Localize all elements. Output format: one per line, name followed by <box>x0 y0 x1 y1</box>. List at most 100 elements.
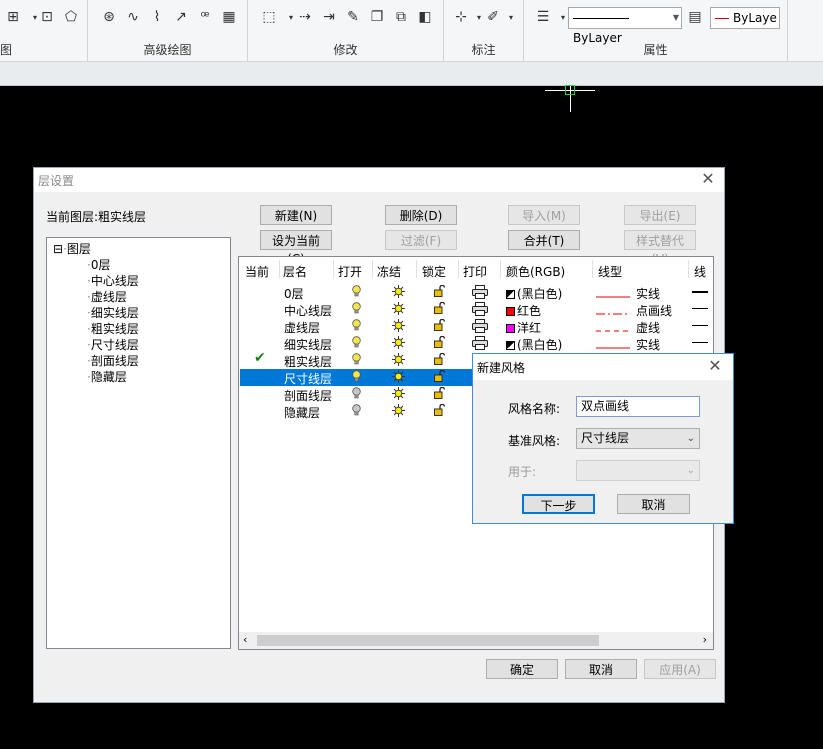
bulb-icon[interactable] <box>352 387 361 402</box>
current-indicator[interactable]: ✔ <box>254 350 266 366</box>
extend-icon[interactable]: ⇥ <box>318 6 340 28</box>
tree-item[interactable]: ·尺寸线层 <box>87 336 139 353</box>
column-header[interactable]: 线 <box>694 263 706 280</box>
table-icon[interactable]: ▦ <box>218 6 240 28</box>
wave-line-icon[interactable]: ∿ <box>122 6 144 28</box>
lock-icon[interactable] <box>434 319 446 334</box>
lock-icon[interactable] <box>434 336 446 351</box>
bulb-icon[interactable] <box>352 336 361 351</box>
bulb-icon[interactable] <box>352 302 361 317</box>
tree-item[interactable]: ·剖面线层 <box>87 352 139 369</box>
base-style-select[interactable]: 尺寸线层 ⌄ <box>576 428 700 449</box>
lock-icon[interactable] <box>434 285 446 300</box>
scroll-right-icon[interactable]: › <box>703 633 707 646</box>
color-cell[interactable]: 洋红 <box>506 319 541 336</box>
column-header[interactable]: 冻结 <box>377 263 401 280</box>
column-header[interactable]: 打印 <box>463 263 487 280</box>
linetype-cell[interactable]: 实线 <box>636 285 660 302</box>
lock-icon[interactable] <box>434 302 446 317</box>
column-divider[interactable] <box>688 260 689 278</box>
new-style-cancel-button[interactable]: 取消 <box>617 494 690 514</box>
layer-name-cell[interactable]: 剖面线层 <box>284 387 332 404</box>
layer-name-cell[interactable]: 细实线层 <box>284 336 332 353</box>
tree-item[interactable]: ·细实线层 <box>87 304 139 321</box>
tree-item[interactable]: ·隐藏层 <box>87 368 127 385</box>
freeze-sun-icon[interactable] <box>392 404 405 420</box>
export-button[interactable]: 导出(E) <box>624 205 696 225</box>
scrollbar-thumb[interactable] <box>257 635 599 646</box>
import-button[interactable]: 导入(M) <box>508 205 580 225</box>
bulb-icon[interactable] <box>352 353 361 368</box>
bulb-icon[interactable] <box>352 319 361 334</box>
column-divider[interactable] <box>416 260 417 278</box>
select-box-icon[interactable]: ⬚ <box>258 6 280 28</box>
color-dropdown[interactable]: ByLaye <box>710 7 780 29</box>
break-line-icon[interactable]: ⌇ <box>146 6 168 28</box>
printer-icon[interactable] <box>472 285 488 302</box>
linetype-cell[interactable]: 实线 <box>636 336 660 353</box>
chevron-down-icon[interactable]: ▾ <box>500 6 522 28</box>
freeze-sun-icon[interactable] <box>392 336 405 352</box>
cancel-button[interactable]: 取消 <box>565 659 637 679</box>
array-icon[interactable]: ⧉ <box>390 6 412 28</box>
color-layer-icon[interactable]: ▤ <box>684 6 706 28</box>
layer-name-cell[interactable]: 粗实线层 <box>284 353 332 370</box>
freeze-sun-icon[interactable] <box>392 370 405 386</box>
spline-icon[interactable]: ꟹ <box>194 6 216 28</box>
copy-icon[interactable]: ❐ <box>366 6 388 28</box>
bulb-icon[interactable] <box>352 404 361 419</box>
column-divider[interactable] <box>333 260 334 278</box>
column-divider[interactable] <box>458 260 459 278</box>
next-step-button[interactable]: 下一步 <box>522 494 595 514</box>
hatch-icon[interactable]: ⊞ <box>2 6 24 28</box>
bulb-icon[interactable] <box>352 285 361 300</box>
layer-name-cell[interactable]: 0层 <box>284 285 304 302</box>
layer-name-cell[interactable]: 中心线层 <box>284 302 332 319</box>
style-override-button[interactable]: 样式替代(V) <box>624 230 696 266</box>
trim-icon[interactable]: ⇢ <box>294 6 316 28</box>
column-header[interactable]: 线型 <box>598 263 622 280</box>
bulb-icon[interactable] <box>352 370 361 385</box>
printer-icon[interactable] <box>472 302 488 319</box>
arrow-icon[interactable]: ↗ <box>170 6 192 28</box>
table-row[interactable]: 细实线层 (黑白色) 实线 <box>240 335 713 353</box>
linetype-cell[interactable]: 虚线 <box>636 319 660 336</box>
tree-item[interactable]: ·中心线层 <box>87 272 139 289</box>
style-name-input[interactable]: 双点画线 <box>576 396 700 417</box>
tree-item[interactable]: ·虚线层 <box>87 288 127 305</box>
apply-button[interactable]: 应用(A) <box>644 659 716 679</box>
linetype-cell[interactable]: 点画线 <box>636 302 672 319</box>
freeze-sun-icon[interactable] <box>392 302 405 318</box>
printer-icon[interactable] <box>472 319 488 336</box>
column-divider[interactable] <box>592 260 593 278</box>
lock-icon[interactable] <box>434 404 446 419</box>
column-divider[interactable] <box>279 260 280 278</box>
edit-icon[interactable]: ✎ <box>342 6 364 28</box>
mirror-icon[interactable]: ◧ <box>414 6 436 28</box>
boundary-icon[interactable]: ⬠ <box>60 6 82 28</box>
color-cell[interactable]: (黑白色) <box>506 285 562 302</box>
scroll-left-icon[interactable]: ‹ <box>243 633 247 646</box>
column-divider[interactable] <box>372 260 373 278</box>
lock-icon[interactable] <box>434 353 446 368</box>
freeze-sun-icon[interactable] <box>392 319 405 335</box>
horizontal-scrollbar[interactable]: ‹ › <box>239 632 713 649</box>
printer-icon[interactable] <box>472 336 488 353</box>
column-header[interactable]: 打开 <box>338 263 362 280</box>
layer-name-cell[interactable]: 尺寸线层 <box>284 370 332 387</box>
freeze-sun-icon[interactable] <box>392 353 405 369</box>
table-row[interactable]: 0层 (黑白色) 实线 <box>240 284 713 302</box>
region-icon[interactable]: ⊡ <box>36 6 58 28</box>
delete-layer-button[interactable]: 删除(D) <box>385 205 457 225</box>
freeze-sun-icon[interactable] <box>392 285 405 301</box>
layer-name-cell[interactable]: 虚线层 <box>284 319 320 336</box>
set-current-button[interactable]: 设为当前(C) <box>260 230 332 266</box>
use-for-select[interactable]: ⌄ <box>576 460 700 481</box>
color-cell[interactable]: 红色 <box>506 302 541 319</box>
tree-item[interactable]: ·粗实线层 <box>87 320 139 337</box>
close-icon[interactable]: ✕ <box>698 170 718 190</box>
close-icon[interactable]: ✕ <box>705 357 725 377</box>
table-row[interactable]: 中心线层 红色 点画线 <box>240 301 713 319</box>
color-cell[interactable]: (黑白色) <box>506 336 562 353</box>
new-layer-button[interactable]: 新建(N) <box>260 205 332 225</box>
